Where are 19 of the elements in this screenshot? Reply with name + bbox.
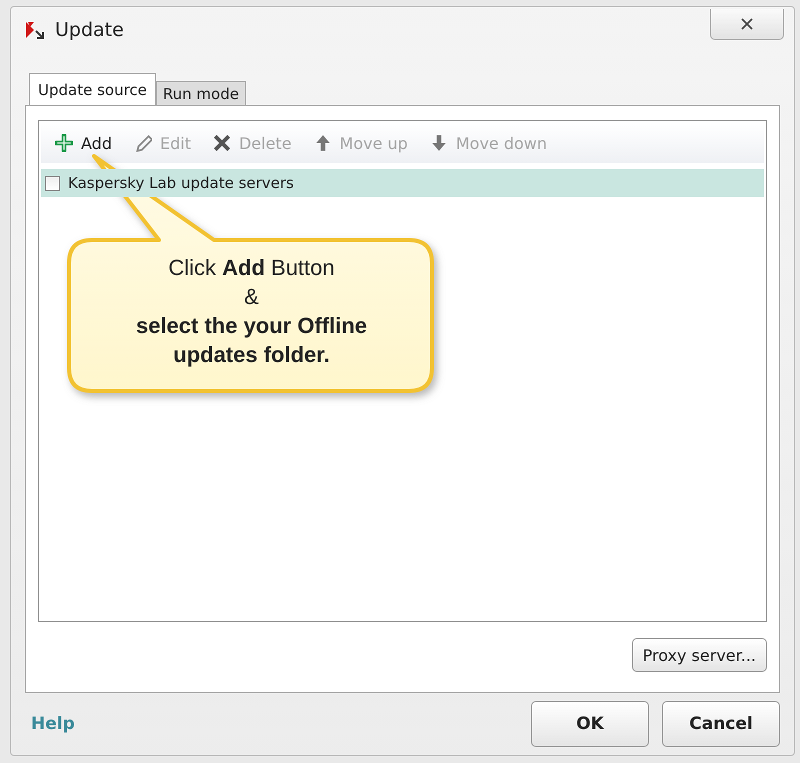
app-logo-icon — [25, 20, 47, 40]
ok-button[interactable]: OK — [531, 701, 649, 747]
plus-icon — [55, 134, 73, 152]
checkbox[interactable] — [45, 176, 60, 190]
close-icon — [741, 18, 753, 30]
tab[interactable]: Update source — [29, 73, 156, 105]
close-button[interactable] — [710, 8, 784, 40]
down-arrow-icon — [430, 134, 448, 152]
cancel-button[interactable]: Cancel — [662, 701, 780, 747]
cross-icon — [212, 134, 231, 152]
up-arrow-icon — [314, 134, 332, 152]
window-title: Update — [55, 19, 124, 41]
toolbar-button[interactable]: Add — [55, 134, 112, 152]
pencil-icon — [134, 134, 152, 152]
tab[interactable]: Run mode — [156, 81, 246, 105]
list-row[interactable]: Kaspersky Lab update servers — [41, 169, 764, 197]
source-name: Kaspersky Lab update servers — [68, 174, 294, 192]
proxy-server-button[interactable]: Proxy server... — [632, 638, 767, 672]
callout-text: Click Add Button & select the your Offline updates folder. — [134, 254, 368, 369]
